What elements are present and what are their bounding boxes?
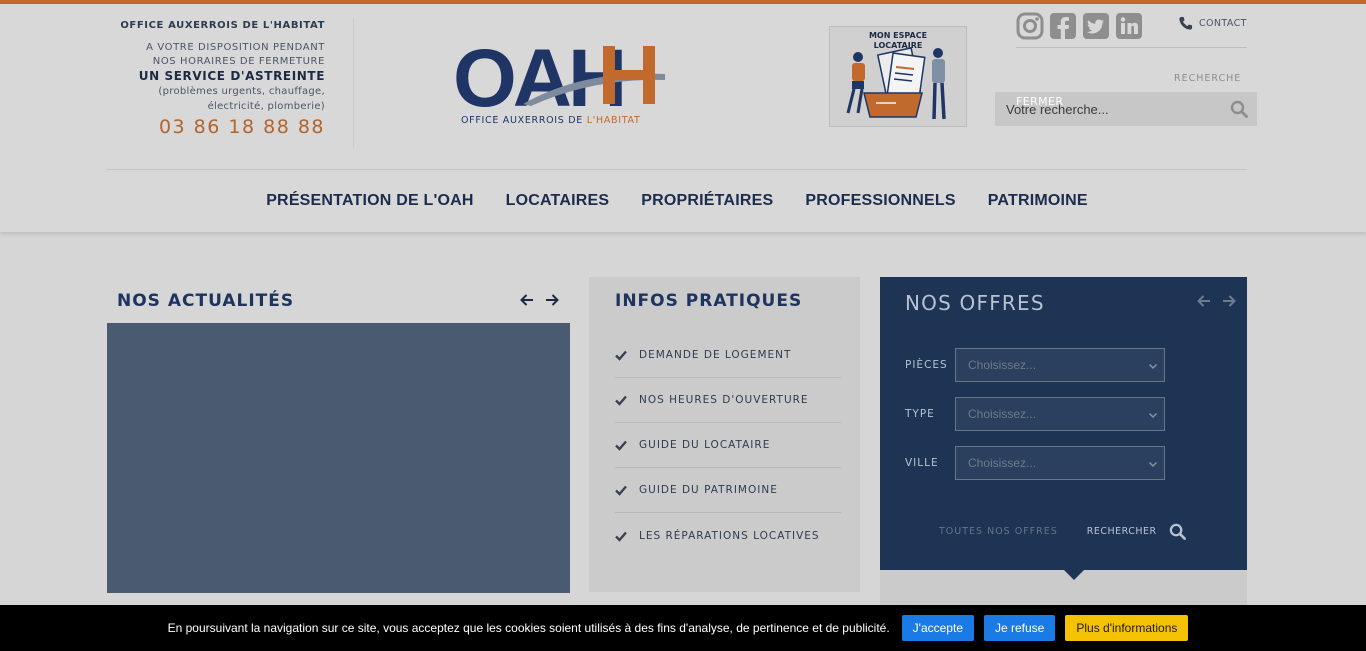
offers-field-ville: VILLE Choisissez... [905,446,1165,480]
offers-panel: NOS OFFRES PIÈCES Choisissez... TYPE Cho… [880,277,1247,570]
list-item[interactable]: GUIDE DU LOCATAIRE [615,423,841,468]
facebook-icon[interactable] [1049,12,1077,40]
check-icon [615,350,627,361]
site-logo[interactable]: OAH OFFICE AUXERROIS DE L'HABITAT [453,40,669,132]
offers-field-type: TYPE Choisissez... [905,397,1165,431]
astreinte-line-1: A VOTRE DISPOSITION PENDANT [146,42,325,53]
chevron-down-icon [1148,363,1158,370]
nav-item-locataires[interactable]: LOCATAIRES [506,192,610,210]
main-nav: PRÉSENTATION DE L'OAH LOCATAIRES PROPRIÉ… [0,170,1366,232]
list-item[interactable]: GUIDE DU PATRIMOINE [615,468,841,513]
astreinte-org: OFFICE AUXERROIS DE L'HABITAT [120,20,325,31]
practical-info-list: DEMANDE DE LOGEMENT NOS HEURES D'OUVERTU… [615,333,841,558]
all-offers-link[interactable]: TOUTES NOS OFFRES [939,526,1058,537]
tenant-illustration-icon [846,47,946,120]
astreinte-detail-1: (problèmes urgents, chauffage, [158,86,325,97]
practical-info-panel: INFOS PRATIQUES DEMANDE DE LOGEMENT NOS … [589,277,860,592]
tenant-space-button[interactable]: MON ESPACE LOCATAIRE [829,26,967,127]
contact-link[interactable]: CONTACT [1178,16,1247,31]
check-icon [615,440,627,451]
logo-h-bar [603,70,655,80]
close-search-button[interactable]: FERMER [1016,95,1063,108]
header-divider [353,18,354,148]
nav-item-professionnels[interactable]: PROFESSIONNELS [805,192,955,210]
nav-item-presentation[interactable]: PRÉSENTATION DE L'OAH [266,192,473,210]
news-prev-arrow-icon[interactable] [519,292,535,308]
chevron-down-icon [1148,412,1158,419]
cookie-banner: En poursuivant la navigation sur ce site… [0,605,1366,651]
ville-label: VILLE [905,457,939,469]
news-title: NOS ACTUALITÉS [117,291,295,311]
astreinte-line-2: NOS HORAIRES DE FERMETURE [152,56,325,67]
list-item[interactable]: DEMANDE DE LOGEMENT [615,333,841,378]
logo-subtitle: OFFICE AUXERROIS DE L'HABITAT [461,115,641,126]
ville-select[interactable]: Choisissez... [955,446,1165,480]
list-item[interactable]: LES RÉPARATIONS LOCATIVES [615,513,841,558]
cookie-more-info-button[interactable]: Plus d'informations [1065,615,1189,641]
offers-next-arrow-icon[interactable] [1221,293,1237,309]
practical-info-title: INFOS PRATIQUES [615,291,803,311]
offers-prev-arrow-icon[interactable] [1196,293,1212,309]
pieces-label: PIÈCES [905,359,948,371]
offers-field-pieces: PIÈCES Choisissez... [905,348,1165,382]
header-rule [1016,47,1247,48]
cookie-message: En poursuivant la navigation sur ce site… [167,621,890,635]
astreinte-detail-2: électricité, plomberie) [207,101,325,112]
astreinte-phone[interactable]: 03 86 18 88 88 [95,116,325,138]
offers-pointer [1064,570,1084,580]
type-select[interactable]: Choisissez... [955,397,1165,431]
type-label: TYPE [905,408,935,420]
check-icon [615,485,627,496]
cookie-accept-button[interactable]: J'accepte [901,615,974,641]
check-icon [615,531,627,542]
search-icon [1169,523,1186,540]
news-slider-image[interactable] [107,323,570,593]
phone-icon [1179,16,1193,30]
oah-logo-icon: OAH [453,40,665,112]
offers-search-button[interactable]: RECHERCHER [1087,523,1186,540]
cookie-refuse-button[interactable]: Je refuse [984,615,1056,641]
chevron-down-icon [1148,461,1158,468]
pieces-select[interactable]: Choisissez... [955,348,1165,382]
twitter-icon[interactable] [1082,12,1110,40]
astreinte-info: OFFICE AUXERROIS DE L'HABITAT A VOTRE DI… [95,20,325,138]
contact-label: CONTACT [1199,18,1247,29]
nav-item-proprietaires[interactable]: PROPRIÉTAIRES [641,192,773,210]
astreinte-service: UN SERVICE D'ASTREINTE [138,69,325,83]
check-icon [615,395,627,406]
list-item[interactable]: NOS HEURES D'OUVERTURE [615,378,841,423]
search-label: RECHERCHE [1174,73,1242,84]
offers-title: NOS OFFRES [905,291,1045,315]
linkedin-icon[interactable] [1115,12,1143,40]
instagram-icon[interactable] [1016,12,1044,40]
search-icon[interactable] [1230,100,1248,118]
news-next-arrow-icon[interactable] [544,292,560,308]
social-links [1016,12,1143,40]
nav-item-patrimoine[interactable]: PATRIMOINE [988,192,1088,210]
offers-actions: TOUTES NOS OFFRES RECHERCHER [939,523,1186,540]
